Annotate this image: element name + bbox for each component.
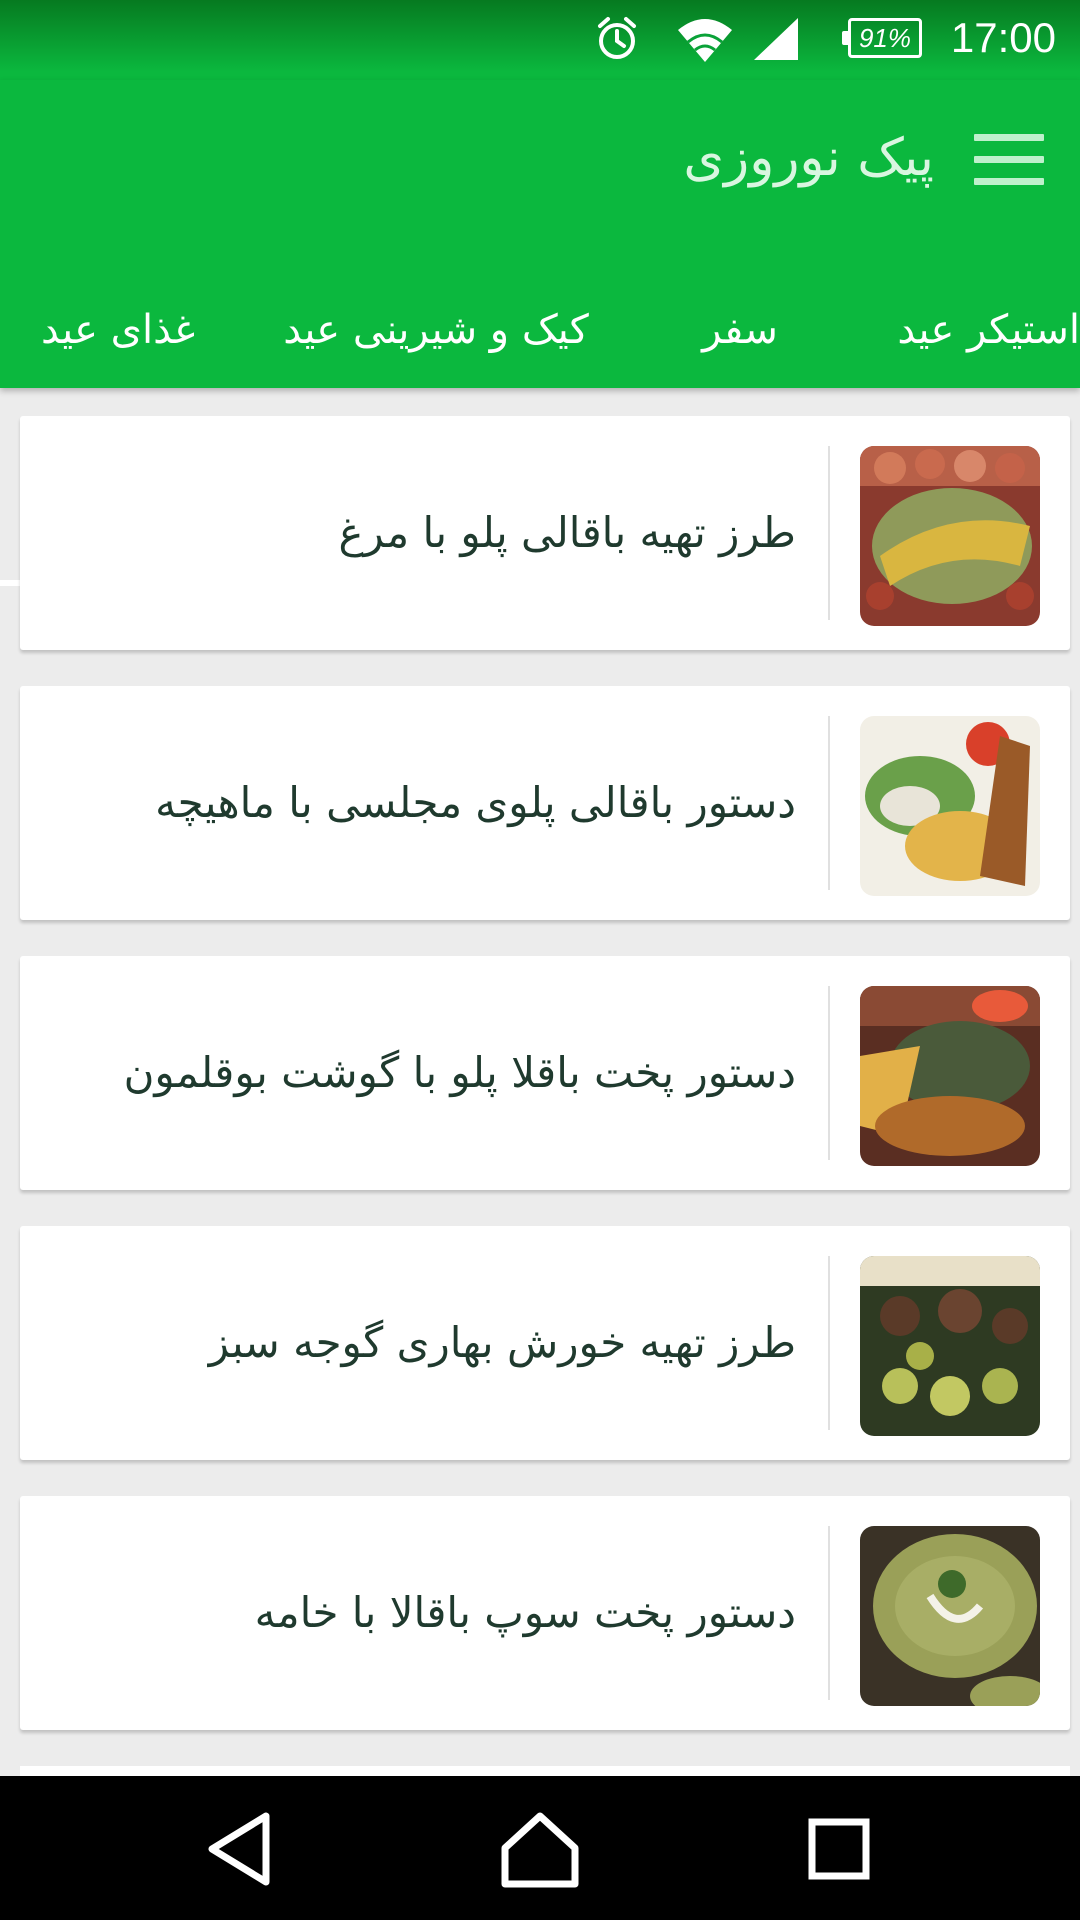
tab-label: سفر — [702, 307, 778, 353]
tab-eid-food[interactable]: غذای عید — [20, 280, 216, 388]
recipe-title: طرز تهیه خورش بهاری گوجه سبز — [208, 1318, 796, 1367]
app-title: پیک نوروزی — [683, 128, 934, 188]
recipe-title: دستور پخت سوپ باقالا با خامه — [254, 1588, 796, 1637]
cellular-signal-icon — [754, 18, 798, 60]
card-divider — [828, 446, 830, 620]
recipe-title: دستور پخت باقلا پلو با گوشت بوقلمون — [123, 1048, 796, 1097]
battery-percent: 91% — [858, 23, 912, 53]
card-divider — [828, 986, 830, 1160]
recipe-title: دستور باقالی پلوی مجلسی با ماهیچه — [155, 778, 796, 827]
recents-icon[interactable] — [794, 1804, 884, 1894]
recipe-thumbnail-photo — [860, 1526, 1040, 1706]
wifi-icon — [678, 19, 732, 62]
tab-label: استیکر عید — [897, 307, 1080, 353]
back-icon[interactable] — [196, 1804, 286, 1894]
list-item[interactable]: دستور پخت سوپ باقالا با خامه — [20, 1496, 1070, 1730]
list-item[interactable]: طرز تهیه باقالی پلو با مرغ — [20, 416, 1070, 650]
system-nav-bar — [0, 1776, 1080, 1920]
tab-eid-stickers[interactable]: استیکر عید — [880, 280, 1080, 388]
tab-label: غذای عید — [41, 307, 195, 353]
home-icon[interactable] — [495, 1804, 585, 1894]
recipe-thumbnail-photo — [860, 986, 1040, 1166]
list-item[interactable]: دستور باقالی پلوی مجلسی با ماهیچه — [20, 686, 1070, 920]
tab-bar: غذای عید کیک و شیرینی عید سفر استیکر عید — [0, 280, 1080, 586]
battery-icon: 91% — [842, 18, 922, 58]
card-divider — [828, 1526, 830, 1700]
tab-label: کیک و شیرینی عید — [283, 307, 589, 353]
list-item[interactable]: دستور پخت باقلا پلو با گوشت بوقلمون — [20, 956, 1070, 1190]
recipe-thumbnail-photo — [860, 716, 1040, 896]
recipe-thumbnail-photo — [860, 1256, 1040, 1436]
tab-travel[interactable]: سفر — [680, 280, 800, 388]
recipe-thumbnail-photo — [860, 446, 1040, 626]
status-time: 17:00 — [950, 14, 1056, 61]
hamburger-menu-icon[interactable] — [974, 134, 1044, 186]
card-divider — [828, 1256, 830, 1430]
app-bar: پیک نوروزی غذای عید کیک و شیرینی عید سفر… — [0, 80, 1080, 586]
list-item[interactable]: طرز تهیه خورش بهاری گوجه سبز — [20, 1226, 1070, 1460]
tab-cake-sweets[interactable]: کیک و شیرینی عید — [256, 280, 616, 388]
card-divider — [828, 716, 830, 890]
alarm-icon — [598, 17, 636, 59]
recipe-list: طرز تهیه باقالی پلو با مرغ دستور باقالی … — [20, 416, 1070, 1766]
status-bar: 91% 17:00 — [0, 0, 1080, 80]
recipe-title: طرز تهیه باقالی پلو با مرغ — [338, 508, 796, 557]
